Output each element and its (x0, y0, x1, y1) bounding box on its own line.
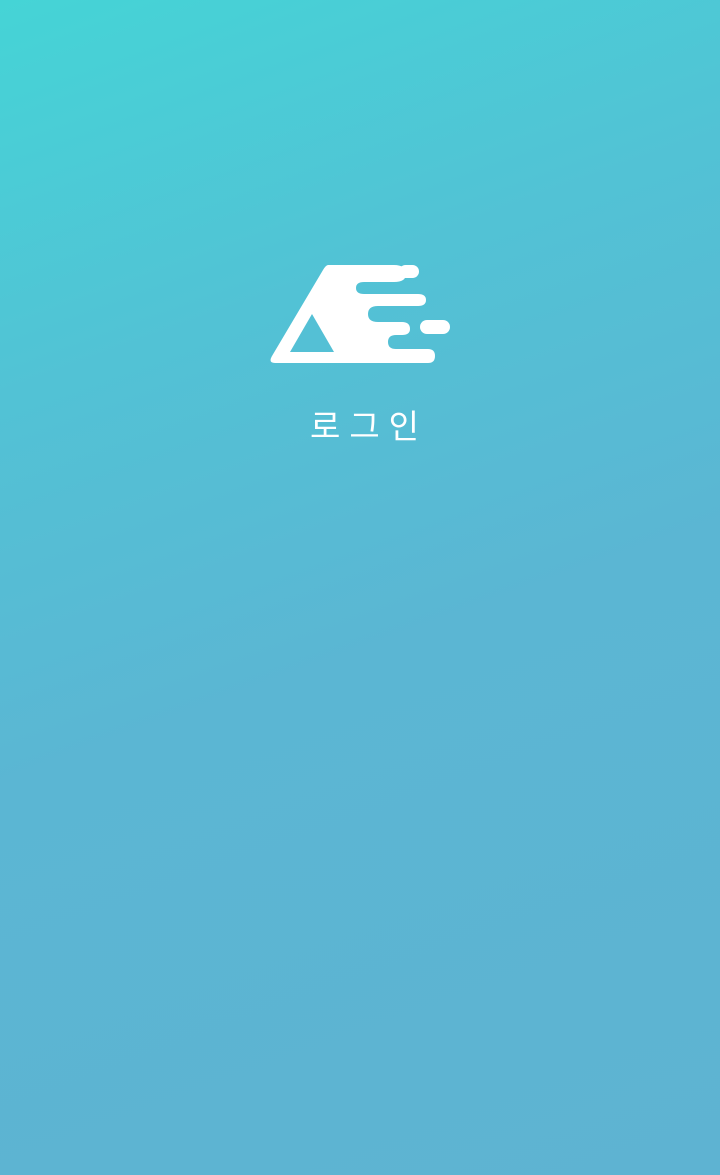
login-button[interactable]: 로그인 (0, 404, 720, 450)
login-screen: 로그인 (0, 0, 720, 1175)
app-logo-icon (268, 262, 452, 366)
